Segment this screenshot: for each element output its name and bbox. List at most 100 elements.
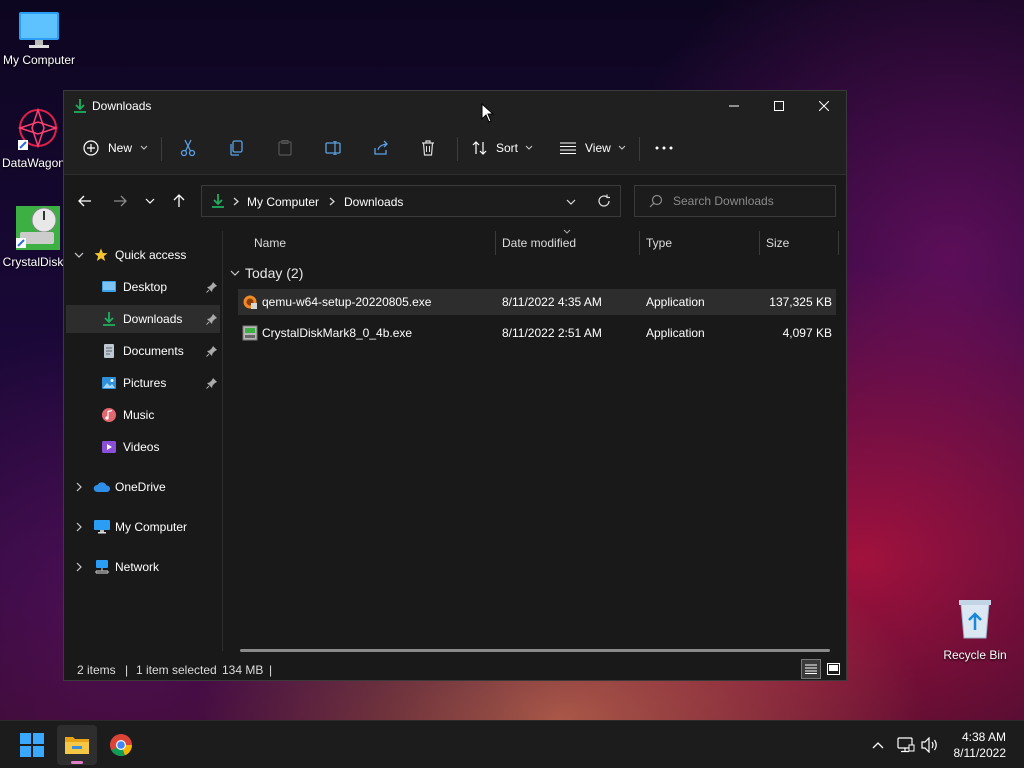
toolbar-separator bbox=[161, 137, 162, 161]
chevron-right-icon bbox=[76, 562, 82, 572]
paste-icon bbox=[278, 140, 292, 156]
column-header-size[interactable]: Size bbox=[766, 236, 789, 260]
start-button[interactable] bbox=[12, 725, 52, 765]
sidebar-item-music[interactable]: Music bbox=[66, 401, 220, 429]
recent-locations-button[interactable] bbox=[138, 189, 162, 213]
chevron-up-icon[interactable] bbox=[872, 741, 884, 749]
column-header-name[interactable]: Name bbox=[254, 236, 286, 260]
column-header-type[interactable]: Type bbox=[646, 236, 672, 260]
toolbar-separator bbox=[457, 137, 458, 161]
sidebar-item-pictures[interactable]: Pictures bbox=[66, 369, 220, 397]
sidebar-item-downloads[interactable]: Downloads bbox=[66, 305, 220, 333]
status-divider: | bbox=[269, 663, 273, 677]
new-label: New bbox=[108, 141, 133, 155]
minimize-button[interactable] bbox=[711, 91, 757, 121]
sidebar-item-documents[interactable]: Documents bbox=[66, 337, 220, 365]
sidebar-item-network[interactable]: Network bbox=[66, 553, 220, 581]
more-options-button[interactable] bbox=[655, 133, 673, 163]
group-label: Today (2) bbox=[245, 265, 304, 281]
status-item-count: 2 items bbox=[77, 663, 116, 677]
column-header-date-modified[interactable]: Date modified bbox=[502, 236, 576, 260]
taskbar-chrome[interactable] bbox=[101, 725, 141, 765]
music-icon bbox=[102, 408, 116, 422]
pin-icon[interactable] bbox=[206, 345, 218, 357]
system-clock[interactable]: 4:38 AM 8/11/2022 bbox=[954, 729, 1007, 761]
windows-logo-icon bbox=[20, 733, 44, 757]
sidebar-item-desktop[interactable]: Desktop bbox=[66, 273, 220, 301]
delete-button[interactable] bbox=[421, 133, 435, 163]
documents-icon bbox=[104, 344, 114, 358]
taskbar-file-explorer[interactable] bbox=[57, 725, 97, 765]
pin-icon[interactable] bbox=[206, 313, 218, 325]
breadcrumb-downloads[interactable]: Downloads bbox=[344, 195, 403, 209]
chevron-down-icon[interactable] bbox=[566, 199, 576, 205]
tiles-view-icon bbox=[826, 663, 840, 675]
maximize-button[interactable] bbox=[756, 91, 802, 121]
sidebar-item-onedrive[interactable]: OneDrive bbox=[66, 473, 220, 501]
scissors-icon bbox=[180, 139, 196, 157]
column-separator[interactable] bbox=[639, 231, 640, 255]
pane-divider[interactable] bbox=[222, 231, 223, 651]
view-button[interactable]: View bbox=[560, 133, 626, 163]
chevron-down-icon bbox=[74, 252, 84, 258]
file-date: 8/11/2022 4:35 AM bbox=[502, 295, 602, 309]
column-separator[interactable] bbox=[759, 231, 760, 255]
desktop-icon-label: My Computer bbox=[2, 53, 76, 67]
file-name: CrystalDiskMark8_0_4b.exe bbox=[262, 326, 413, 340]
address-bar[interactable]: My Computer Downloads bbox=[201, 185, 621, 217]
file-row-crystaldiskmark[interactable]: CrystalDiskMark8_0_4b.exe 8/11/2022 2:51… bbox=[238, 320, 836, 346]
trash-icon bbox=[422, 140, 434, 156]
file-row-qemu[interactable]: qemu-w64-setup-20220805.exe 8/11/2022 4:… bbox=[238, 289, 836, 315]
column-separator[interactable] bbox=[838, 231, 839, 255]
horizontal-scrollbar[interactable] bbox=[240, 649, 830, 652]
forward-button[interactable] bbox=[108, 189, 132, 213]
cut-button[interactable] bbox=[180, 133, 196, 163]
up-button[interactable] bbox=[167, 189, 191, 213]
active-app-indicator bbox=[71, 761, 83, 764]
pin-icon[interactable] bbox=[206, 281, 218, 293]
close-button[interactable] bbox=[801, 91, 847, 121]
sort-indicator-icon bbox=[563, 229, 571, 234]
desktop-icon-my-computer[interactable]: My Computer bbox=[1, 10, 77, 67]
taskbar: 4:38 AM 8/11/2022 bbox=[0, 720, 1024, 768]
recycle-bin-icon bbox=[955, 596, 995, 640]
file-date: 8/11/2022 2:51 AM bbox=[502, 326, 602, 340]
search-box[interactable] bbox=[634, 185, 836, 217]
arrow-up-icon bbox=[173, 194, 185, 207]
sidebar-item-label: OneDrive bbox=[115, 480, 166, 494]
details-view-button[interactable] bbox=[801, 659, 821, 679]
sort-button[interactable]: Sort bbox=[472, 133, 533, 163]
rename-button[interactable] bbox=[325, 133, 343, 163]
desktop-icon-recycle-bin[interactable]: Recycle Bin bbox=[937, 596, 1013, 662]
refresh-icon[interactable] bbox=[597, 194, 611, 208]
sidebar-item-label: Pictures bbox=[123, 376, 167, 390]
command-bar: New Sort View bbox=[64, 121, 846, 175]
copy-button[interactable] bbox=[230, 133, 244, 163]
back-button[interactable] bbox=[73, 189, 97, 213]
sidebar-item-label: Music bbox=[123, 408, 155, 422]
new-button[interactable]: New bbox=[83, 133, 148, 163]
file-type: Application bbox=[646, 295, 705, 309]
videos-icon bbox=[102, 441, 116, 453]
sidebar-item-videos[interactable]: Videos bbox=[66, 433, 220, 461]
file-type: Application bbox=[646, 326, 705, 340]
tiles-view-button[interactable] bbox=[823, 659, 843, 679]
clock-date: 8/11/2022 bbox=[953, 746, 1007, 760]
details-view-icon bbox=[805, 664, 817, 674]
pin-icon[interactable] bbox=[206, 377, 218, 389]
title-bar[interactable]: Downloads bbox=[64, 91, 846, 121]
search-input[interactable] bbox=[673, 193, 828, 209]
sidebar-item-quick-access[interactable]: Quick access bbox=[66, 241, 220, 269]
network-status-icon[interactable] bbox=[897, 737, 915, 753]
crystaldisk-icon bbox=[14, 202, 62, 252]
maximize-icon bbox=[774, 101, 784, 111]
sidebar-item-label: Network bbox=[115, 560, 160, 574]
volume-icon[interactable] bbox=[921, 737, 939, 753]
copy-icon bbox=[230, 140, 243, 156]
paste-button[interactable] bbox=[278, 133, 292, 163]
sidebar-item-my-computer[interactable]: My Computer bbox=[66, 513, 220, 541]
share-button[interactable] bbox=[373, 133, 389, 163]
downloads-icon bbox=[103, 312, 115, 326]
breadcrumb-my-computer[interactable]: My Computer bbox=[247, 195, 319, 209]
column-separator[interactable] bbox=[495, 231, 496, 255]
